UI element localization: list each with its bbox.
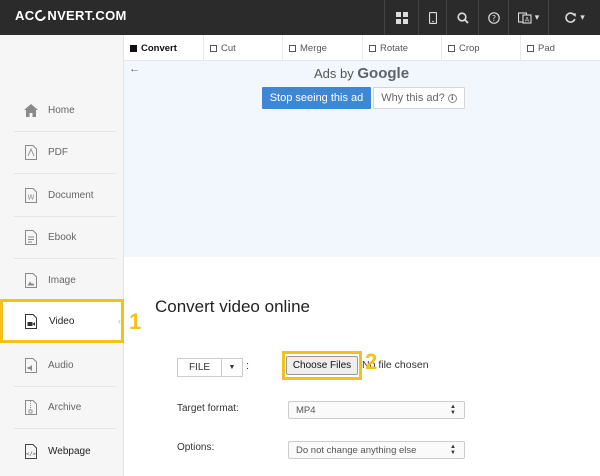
why-this-ad-label: Why this ad? [381, 92, 445, 104]
options-label: Options: [177, 442, 215, 453]
tab-cut[interactable]: Cut [204, 35, 283, 61]
chevron-down-icon[interactable]: ▼ [222, 359, 242, 376]
file-colon: : [246, 360, 250, 372]
choose-files-button[interactable]: Choose Files [286, 356, 358, 375]
sidebar-item-webpage[interactable]: </> Webpage [14, 430, 116, 472]
sidebar-item-pdf[interactable]: PDF [14, 132, 116, 174]
refresh-icon [565, 12, 577, 23]
language-button[interactable]: A ▾ [508, 0, 548, 35]
tab-check-icon [130, 44, 137, 52]
grid-menu-button[interactable] [384, 0, 418, 35]
options-select[interactable]: Do not change anything else ▲ ▼ [288, 441, 465, 459]
tool-tabs: Convert Cut Merge Rotate Crop Pad [124, 35, 600, 61]
logo[interactable]: AC NVERT.COM [15, 7, 127, 24]
language-icon: A [517, 11, 532, 24]
target-format-value: MP4 [296, 404, 316, 416]
sidebar-item-label: Document [48, 190, 94, 201]
search-button[interactable] [446, 0, 478, 35]
svg-text:?: ? [491, 14, 495, 23]
tab-label: Pad [538, 42, 555, 54]
video-icon [23, 313, 39, 329]
archive-icon [23, 400, 39, 416]
image-icon [23, 273, 39, 289]
tab-label: Cut [221, 42, 236, 54]
target-format-select[interactable]: MP4 ▲ ▼ [288, 401, 465, 419]
callout-1: 1 [129, 309, 142, 334]
ads-by-google: Ads by Google [314, 65, 409, 82]
page-title: Convert video online [155, 297, 310, 316]
home-icon [23, 103, 39, 119]
tab-pad[interactable]: Pad [521, 35, 600, 61]
tab-label: Rotate [380, 42, 408, 54]
active-indicator-icon: ‹ [118, 316, 121, 326]
sidebar-item-label: Image [48, 275, 76, 286]
audio-icon [23, 358, 39, 374]
logo-ring-icon [33, 7, 49, 24]
sidebar-item-label: PDF [48, 147, 68, 158]
sidebar-item-label: Video [49, 315, 75, 327]
document-icon: W [23, 188, 39, 204]
mobile-app-button[interactable] [418, 0, 446, 35]
ads-by-label: Ads by [314, 66, 354, 81]
sidebar-item-archive[interactable]: Archive [14, 387, 116, 429]
callout-2: 2 [365, 349, 378, 374]
file-button-label: FILE [178, 359, 222, 376]
sidebar-item-home[interactable]: Home [14, 90, 116, 132]
tab-label: Merge [300, 42, 327, 54]
google-logo: Google [357, 65, 410, 82]
tab-rotate[interactable]: Rotate [363, 35, 442, 61]
select-arrows-icon: ▲ ▼ [450, 404, 456, 416]
tab-check-icon [369, 44, 376, 52]
help-icon: ? [487, 11, 500, 24]
logo-text-left: AC [15, 8, 35, 23]
tab-label: Convert [141, 42, 177, 54]
target-format-label: Target format: [177, 403, 239, 414]
svg-text:W: W [28, 194, 35, 202]
tab-check-icon [527, 44, 534, 52]
tab-crop[interactable]: Crop [442, 35, 521, 61]
select-arrows-icon: ▲ ▼ [450, 444, 456, 456]
sidebar-item-label: Webpage [48, 445, 91, 457]
sidebar-item-ebook[interactable]: Ebook [14, 217, 116, 259]
tab-check-icon [210, 44, 217, 52]
grid-icon [395, 11, 408, 24]
svg-text:</>: </> [26, 451, 37, 457]
sidebar-item-image[interactable]: Image [14, 260, 116, 302]
options-value: Do not change anything else [296, 444, 417, 456]
converter-switch-button[interactable]: ▾ [548, 0, 600, 35]
top-navbar: AC NVERT.COM ? A ▾ ▾ [0, 0, 600, 35]
stop-seeing-ad-button[interactable]: Stop seeing this ad [262, 87, 371, 109]
ebook-icon [23, 230, 39, 246]
tab-label: Crop [459, 42, 480, 54]
pdf-icon [23, 145, 39, 161]
chevron-down-icon: ▾ [580, 12, 585, 22]
sidebar-item-label: Home [48, 105, 75, 116]
sidebar-item-audio[interactable]: Audio [14, 345, 116, 387]
sidebar-item-label: Ebook [48, 232, 77, 243]
tab-check-icon [289, 44, 296, 52]
sidebar-item-document[interactable]: W Document [14, 175, 116, 217]
help-button[interactable]: ? [478, 0, 508, 35]
logo-text-right: NVERT.COM [47, 8, 127, 23]
sidebar-item-label: Audio [48, 360, 74, 371]
webpage-icon: </> [23, 443, 39, 459]
sidebar-item-label: Archive [48, 402, 82, 413]
mobile-icon [428, 11, 437, 24]
tab-check-icon [448, 44, 455, 52]
back-arrow-icon[interactable]: ← [129, 63, 140, 75]
file-source-button[interactable]: FILE ▼ [177, 358, 243, 377]
ad-area: ← Ads by Google Stop seeing this ad Why … [124, 61, 600, 257]
search-icon [456, 11, 469, 24]
info-icon: ℹ [447, 93, 457, 103]
tab-merge[interactable]: Merge [283, 35, 363, 61]
why-this-ad-button[interactable]: Why this ad? ℹ [373, 87, 465, 109]
chevron-down-icon: ▾ [534, 12, 540, 22]
tab-convert[interactable]: Convert [124, 35, 204, 61]
sidebar-item-video[interactable]: Video ‹ [0, 299, 124, 343]
